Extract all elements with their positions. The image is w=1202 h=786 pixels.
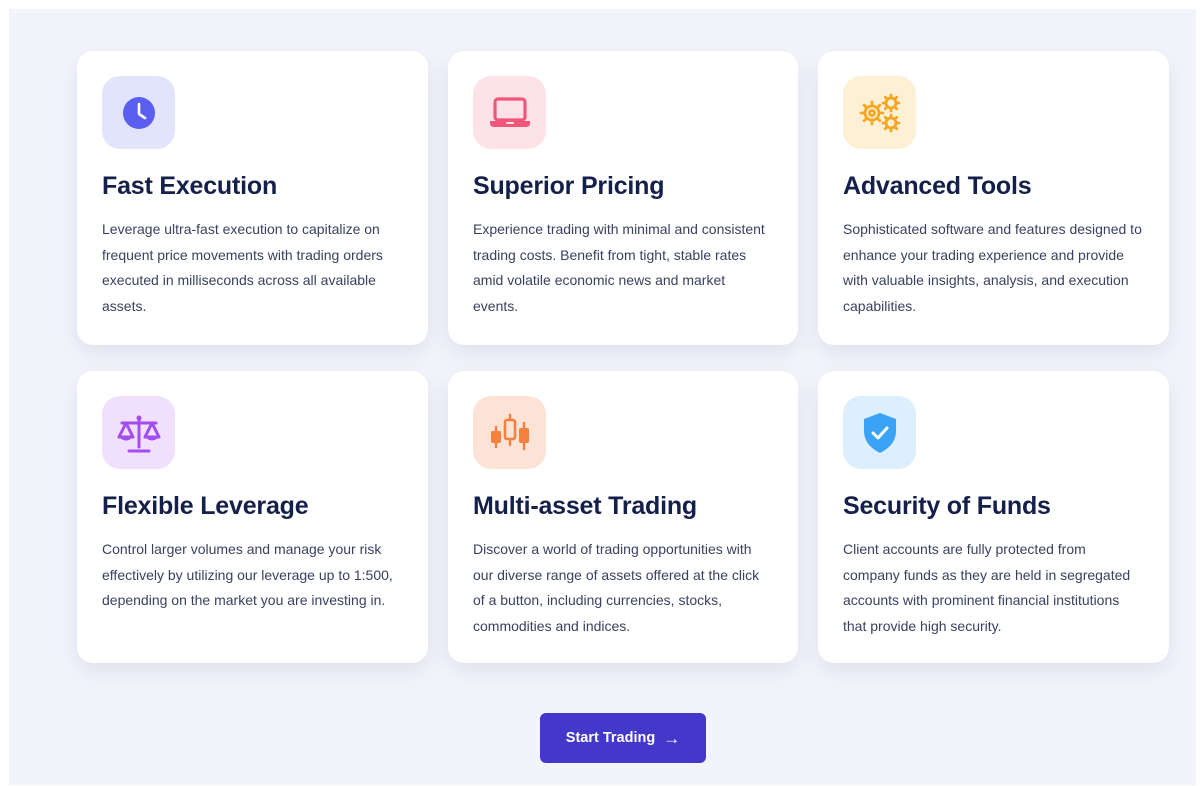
feature-description: Sophisticated software and features desi…: [843, 221, 1142, 314]
feature-description: Leverage ultra-fast execution to capital…: [102, 221, 383, 314]
feature-title: Security of Funds: [843, 492, 1051, 520]
feature-title: Multi-asset Trading: [473, 492, 698, 520]
feature-card-fast-execution: Fast Execution Leverage ultra-fast execu…: [77, 51, 428, 345]
feature-card-superior-pricing: Superior Pricing Experience trading with…: [448, 51, 798, 345]
feature-title: Fast Execution: [102, 172, 278, 200]
feature-description: Client accounts are fully protected from…: [843, 541, 1131, 634]
feature-icon-box: [473, 396, 546, 469]
start-trading-label: Start Trading: [565, 730, 656, 746]
start-trading-button[interactable]: Start Trading →: [540, 713, 706, 763]
feature-title: Flexible Leverage: [102, 492, 309, 520]
feature-description: Control larger volumes and manage your r…: [102, 541, 393, 608]
gears-icon: [859, 93, 900, 132]
features-grid: Fast Execution Leverage ultra-fast execu…: [77, 51, 1169, 663]
feature-card-multi-asset-trading: Multi-asset Trading Discover a world of …: [448, 371, 798, 663]
feature-icon-box: [102, 76, 175, 149]
feature-title: Advanced Tools: [843, 172, 1032, 200]
feature-icon-box: [843, 76, 916, 149]
feature-icon-box: [843, 396, 916, 469]
features-section: Fast Execution Leverage ultra-fast execu…: [9, 9, 1196, 785]
laptop-icon: [489, 96, 530, 127]
arrow-right-icon: →: [663, 728, 681, 748]
feature-description: Discover a world of trading opportunitie…: [473, 541, 760, 634]
feature-icon-box: [473, 76, 546, 149]
feature-card-security-of-funds: Security of Funds Client accounts are fu…: [818, 371, 1169, 663]
feature-icon-box: [102, 396, 175, 469]
feature-card-advanced-tools: Advanced Tools Sophisticated software an…: [818, 51, 1169, 345]
scales-icon: [117, 415, 160, 452]
feature-description: Experience trading with minimal and cons…: [473, 221, 765, 314]
candlestick-icon: [490, 413, 529, 450]
feature-title: Superior Pricing: [473, 172, 665, 200]
clock-icon: [122, 96, 155, 129]
shield-check-icon: [863, 412, 896, 453]
feature-card-flexible-leverage: Flexible Leverage Control larger volumes…: [77, 371, 428, 663]
